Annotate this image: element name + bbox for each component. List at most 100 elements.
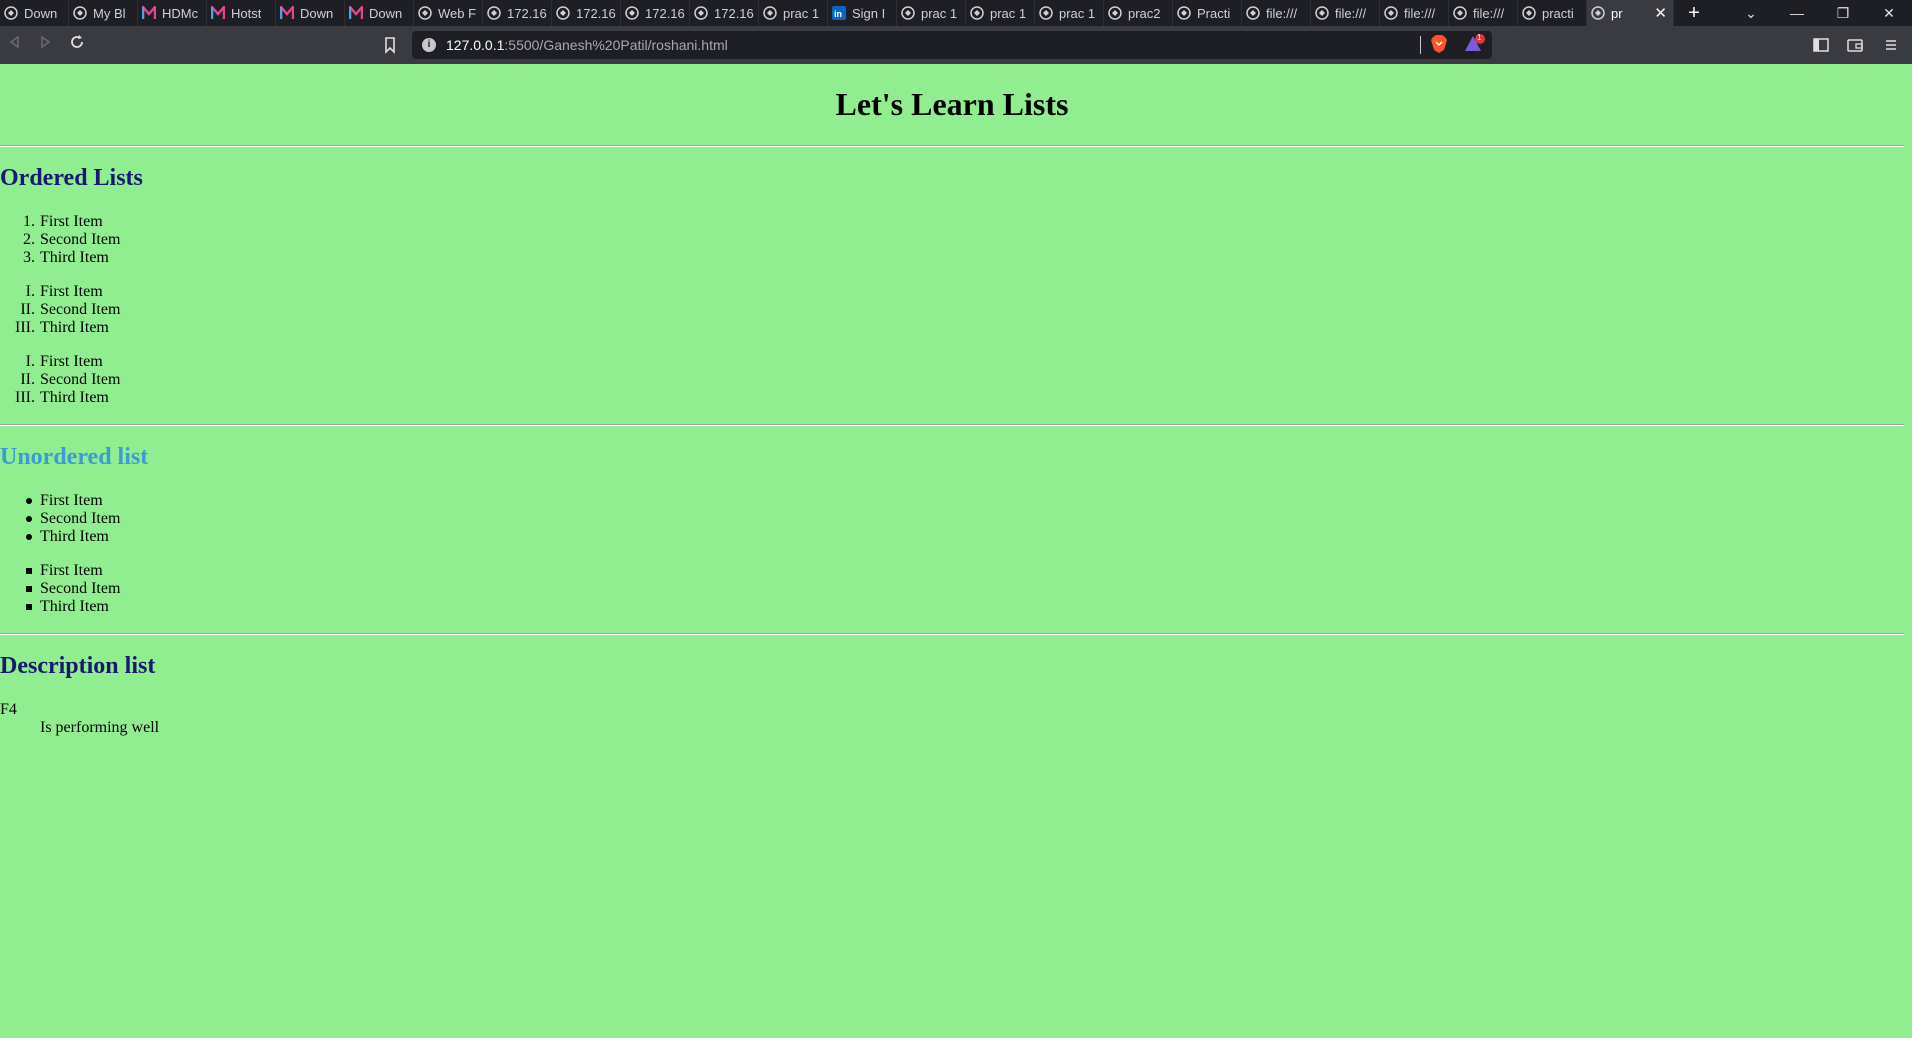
ordered-list-roman-2: I. First Item II. Second Item III. Third Item — [0, 353, 120, 407]
square-bullet-icon — [26, 568, 32, 574]
tab[interactable]: in Sign I — [828, 0, 897, 26]
new-tab-button[interactable]: + — [1674, 0, 1714, 26]
wallet-icon[interactable] — [1846, 36, 1864, 54]
list-item: Second Item — [0, 510, 120, 528]
back-icon[interactable] — [4, 34, 26, 56]
list-item-text: Second Item — [40, 301, 121, 318]
list-item-text: Third Item — [40, 249, 109, 266]
tab[interactable]: prac 1 — [897, 0, 966, 26]
tab-title: Hotst — [231, 5, 262, 21]
tab[interactable]: prac 1 — [966, 0, 1035, 26]
svg-text:in: in — [834, 9, 842, 19]
tab[interactable]: Web F — [414, 0, 483, 26]
disc-bullet-icon — [26, 516, 32, 522]
menu-icon[interactable] — [1882, 36, 1900, 54]
list-item-text: First Item — [40, 283, 103, 300]
tab[interactable]: practi — [1518, 0, 1587, 26]
unordered-list-square: First Item Second Item Third Item — [0, 562, 120, 616]
tab-title: 172.16 — [645, 5, 685, 21]
tab[interactable]: 172.16 — [690, 0, 759, 26]
tab-title: HDMc — [162, 5, 199, 21]
bookmark-icon[interactable] — [380, 35, 400, 55]
tab-title: file:/// — [1473, 5, 1505, 21]
square-bullet-icon — [26, 586, 32, 592]
tab-title: practi — [1542, 5, 1574, 21]
minimize-button[interactable]: — — [1774, 5, 1820, 21]
tab-title: Sign I — [852, 5, 886, 21]
tab-title: Down — [369, 5, 403, 21]
tab-title: 172.16 — [507, 5, 547, 21]
list-item: 1. First Item — [0, 213, 120, 231]
tab[interactable]: Practi — [1173, 0, 1242, 26]
forward-icon[interactable] — [34, 34, 56, 56]
globe-icon — [1453, 6, 1467, 20]
tab[interactable]: file:/// — [1380, 0, 1449, 26]
reload-icon[interactable] — [66, 34, 88, 56]
close-window-button[interactable]: ✕ — [1866, 5, 1912, 22]
tab[interactable]: file:/// — [1242, 0, 1311, 26]
tab[interactable]: 172.16 — [621, 0, 690, 26]
list-marker: I. — [25, 283, 35, 300]
list-item-text: Third Item — [40, 319, 109, 336]
m-logo-icon — [142, 6, 156, 20]
square-bullet-icon — [26, 604, 32, 610]
tab-title: file:/// — [1266, 5, 1298, 21]
tab-search-icon[interactable]: ⌄ — [1728, 5, 1774, 22]
list-item-text: Third Item — [40, 528, 109, 545]
tab-title: Web F — [438, 5, 477, 21]
list-marker: II. — [20, 301, 35, 318]
tab[interactable]: 172.16 — [552, 0, 621, 26]
tab[interactable]: file:/// — [1311, 0, 1380, 26]
description-list-heading: Description list — [0, 653, 156, 679]
list-marker: II. — [20, 371, 35, 388]
tab[interactable]: My Bl — [69, 0, 138, 26]
list-item: III. Third Item — [0, 319, 120, 337]
list-marker: 3. — [23, 249, 35, 266]
tab[interactable]: prac2 — [1104, 0, 1173, 26]
tab[interactable]: Down — [0, 0, 69, 26]
address-bar[interactable]: i 127.0.0.1:5500/Ganesh%20Patil/roshani.… — [412, 31, 1492, 59]
tab-title: Practi — [1197, 5, 1231, 21]
globe-icon — [1315, 6, 1329, 20]
tab[interactable]: prac 1 — [759, 0, 828, 26]
tab[interactable]: Hotst — [207, 0, 276, 26]
sidebar-icon[interactable] — [1812, 36, 1830, 54]
globe-icon — [556, 6, 570, 20]
window-controls: ⌄ — ❐ ✕ — [1728, 0, 1912, 26]
divider — [0, 145, 1904, 147]
tab[interactable]: Down — [276, 0, 345, 26]
tab-title: My Bl — [93, 5, 126, 21]
list-item-text: First Item — [40, 213, 103, 230]
globe-icon — [487, 6, 501, 20]
list-item: First Item — [0, 492, 120, 510]
list-item: II. Second Item — [0, 371, 120, 389]
list-item: First Item — [0, 562, 120, 580]
globe-icon — [1246, 6, 1260, 20]
ordered-lists-heading: Ordered Lists — [0, 165, 143, 191]
ordered-list-roman-1: I. First Item II. Second Item III. Third Item — [0, 283, 120, 337]
list-item: 2. Second Item — [0, 231, 120, 249]
close-tab-icon[interactable]: ✕ — [1654, 4, 1667, 22]
tab[interactable]: HDMc — [138, 0, 207, 26]
restore-button[interactable]: ❐ — [1820, 5, 1866, 22]
list-item: Second Item — [0, 580, 120, 598]
tab[interactable]: prac 1 — [1035, 0, 1104, 26]
description-term: F4 — [0, 701, 17, 718]
tab[interactable]: 172.16 — [483, 0, 552, 26]
brave-shields-icon[interactable] — [1430, 34, 1448, 54]
globe-icon — [1591, 6, 1605, 20]
disc-bullet-icon — [26, 498, 32, 504]
list-item: Third Item — [0, 598, 120, 616]
list-marker: III. — [15, 319, 35, 336]
tab[interactable]: file:/// — [1449, 0, 1518, 26]
tab-title: pr — [1611, 5, 1623, 21]
list-item-text: Second Item — [40, 510, 121, 527]
m-logo-icon — [349, 6, 363, 20]
site-info-icon[interactable]: i — [422, 38, 436, 52]
tab[interactable]: Down — [345, 0, 414, 26]
tab-active[interactable]: pr ✕ — [1587, 0, 1674, 26]
list-item-text: Second Item — [40, 371, 121, 388]
disc-bullet-icon — [26, 534, 32, 540]
brave-rewards-icon[interactable]: 1 — [1464, 33, 1486, 54]
globe-icon — [970, 6, 984, 20]
